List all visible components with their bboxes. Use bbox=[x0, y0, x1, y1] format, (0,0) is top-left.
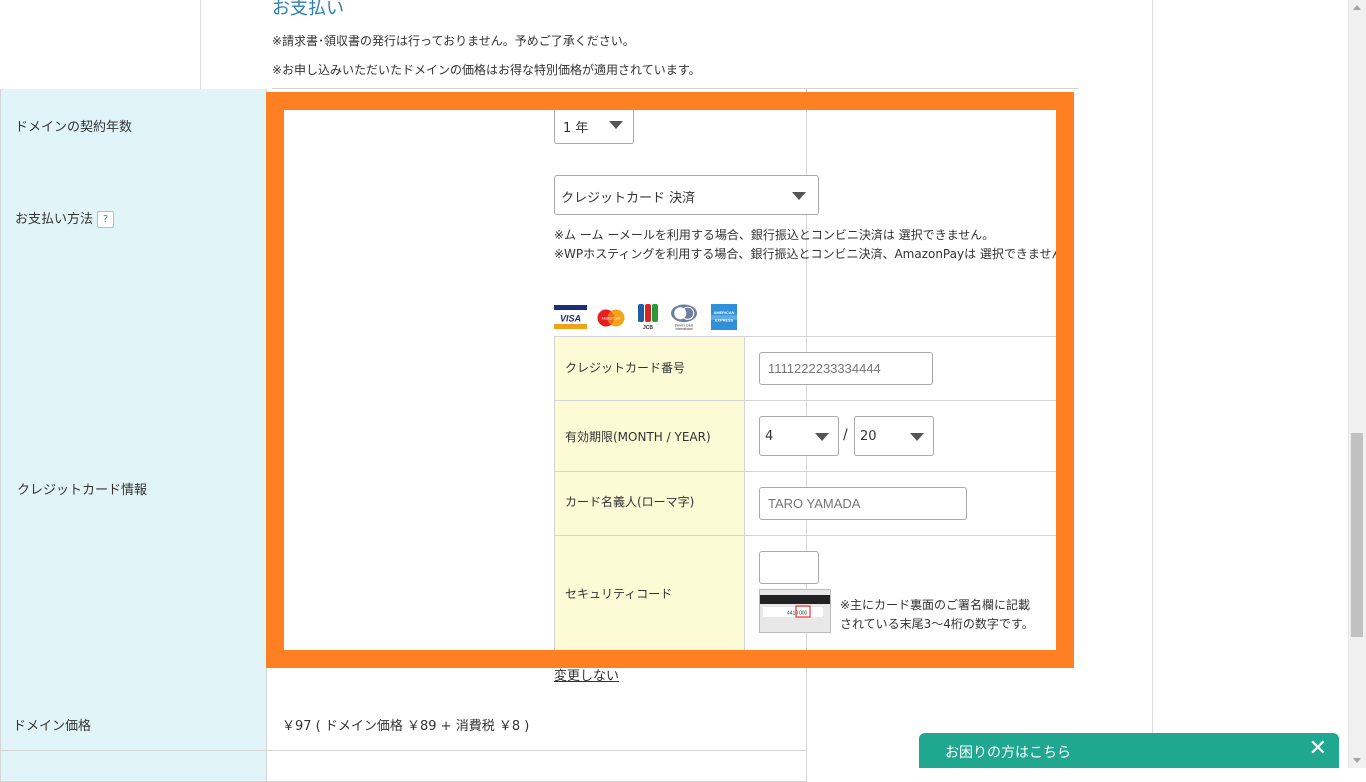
close-icon[interactable]: ✕ bbox=[1309, 736, 1327, 761]
svg-text:4410: 4410 bbox=[787, 611, 798, 617]
domain-price-label: ドメイン価格 bbox=[13, 719, 92, 734]
chevron-down-icon bbox=[609, 121, 623, 129]
expiry-year-value: 20 bbox=[860, 429, 877, 444]
contract-years-value: 1 年 bbox=[563, 121, 589, 136]
payment-method-label: お支払い方法 bbox=[15, 212, 94, 227]
contract-years-select[interactable]: 1 年 bbox=[554, 104, 634, 144]
svg-text:EXPRESS: EXPRESS bbox=[715, 318, 734, 323]
domain-price-row: ドメイン価格 ￥97 ( ドメイン価格 ￥89 + 消費税 ￥8 ) bbox=[0, 698, 807, 751]
price-note: ※お申し込みいただいたドメインの価格はお得な特別価格が適用されています。 bbox=[272, 63, 701, 77]
card-number-input[interactable] bbox=[759, 352, 933, 385]
invoice-note: ※請求書･領収書の発行は行っておりません。予めご了承ください。 bbox=[272, 34, 635, 48]
domain-price-value-cell: ￥97 ( ドメイン価格 ￥89 + 消費税 ￥8 ) bbox=[267, 698, 806, 750]
expiry-separator: / bbox=[843, 427, 848, 443]
holder-label-cell: カード名義人(ローマ字) bbox=[554, 472, 745, 535]
expiry-month-value: 4 bbox=[765, 429, 774, 444]
expiry-year-select[interactable]: 20 bbox=[854, 416, 934, 456]
scroll-down-arrow-icon[interactable] bbox=[1353, 758, 1361, 763]
security-code-label-cell: セキュリティコード bbox=[554, 536, 745, 650]
scroll-up-arrow-icon[interactable] bbox=[1353, 5, 1361, 10]
jcb-logo-icon: JCB bbox=[638, 304, 658, 330]
chevron-down-icon bbox=[910, 433, 924, 441]
svg-text:International: International bbox=[675, 327, 693, 330]
card-info-label-cell: クレジットカード情報 bbox=[1, 278, 267, 698]
chevron-down-icon bbox=[815, 433, 829, 441]
payment-method-label-wrap: お支払い方法? bbox=[15, 208, 115, 228]
card-info-label: クレジットカード情報 bbox=[17, 483, 148, 498]
next-row-label-cell bbox=[1, 751, 267, 781]
card-number-label: クレジットカード番号 bbox=[565, 361, 686, 375]
domain-price-value: ￥97 ( ドメイン価格 ￥89 + 消費税 ￥8 ) bbox=[282, 719, 530, 734]
amex-logo-icon: AMERICAN EXPRESS bbox=[711, 304, 737, 330]
card-back-icon: 4410 000 bbox=[759, 589, 831, 633]
mastercard-logo-icon: MasterCard bbox=[597, 309, 625, 327]
payment-note-wp: ※WPホスティングを利用する場合、銀行振込とコンビニ決済、AmazonPayは … bbox=[554, 247, 1076, 261]
svg-text:000: 000 bbox=[799, 611, 808, 617]
payment-note-muumuu: ※ム ーム ーメールを利用する場合、銀行振込とコンビニ決済は 選択できません。 bbox=[554, 228, 995, 242]
svg-text:AMERICAN: AMERICAN bbox=[714, 310, 735, 315]
contract-years-label: ドメインの契約年数 bbox=[15, 120, 133, 135]
cvv-note-line2: されている末尾3～4桁の数字です。 bbox=[840, 617, 1034, 631]
payment-method-select[interactable]: クレジットカード 決済 bbox=[554, 175, 819, 215]
help-icon[interactable]: ? bbox=[97, 211, 115, 228]
card-number-label-cell: クレジットカード番号 bbox=[554, 337, 745, 400]
diners-club-logo-icon: Diners Club International bbox=[671, 304, 697, 330]
vertical-scrollbar[interactable] bbox=[1348, 0, 1366, 768]
security-code-label: セキュリティコード bbox=[565, 587, 673, 601]
holder-label: カード名義人(ローマ字) bbox=[565, 495, 695, 509]
expiry-label-cell: 有効期限(MONTH / YEAR) bbox=[554, 401, 745, 471]
security-code-input[interactable] bbox=[759, 551, 819, 584]
domain-price-label-cell: ドメイン価格 bbox=[1, 698, 267, 750]
next-row bbox=[0, 751, 807, 782]
contract-years-label-cell: ドメインの契約年数 bbox=[1, 89, 267, 159]
contract-years-value-cell bbox=[267, 89, 806, 159]
expiry-label: 有効期限(MONTH / YEAR) bbox=[565, 430, 711, 444]
contract-years-row: ドメインの契約年数 bbox=[0, 89, 807, 160]
section-title: お支払い bbox=[272, 0, 344, 19]
scrollbar-thumb[interactable] bbox=[1351, 433, 1363, 637]
svg-text:MasterCard: MasterCard bbox=[602, 317, 621, 321]
svg-text:JCB: JCB bbox=[643, 325, 653, 330]
help-chat-bar[interactable]: お困りの方はこちら ✕ bbox=[919, 733, 1339, 768]
svg-text:VISA: VISA bbox=[560, 314, 581, 324]
payment-method-label-cell: お支払い方法? bbox=[1, 159, 267, 278]
visa-logo-icon: VISA bbox=[554, 305, 587, 329]
card-holder-input[interactable] bbox=[759, 487, 967, 520]
chevron-down-icon bbox=[792, 192, 806, 200]
cvv-note-line1: ※主にカード裏面のご署名欄に記載 bbox=[840, 598, 1031, 612]
no-change-link[interactable]: 変更しない bbox=[554, 665, 619, 684]
expiry-month-select[interactable]: 4 bbox=[759, 416, 839, 456]
payment-method-value: クレジットカード 決済 bbox=[561, 191, 696, 206]
help-chat-text[interactable]: お困りの方はこちら bbox=[945, 742, 1071, 762]
